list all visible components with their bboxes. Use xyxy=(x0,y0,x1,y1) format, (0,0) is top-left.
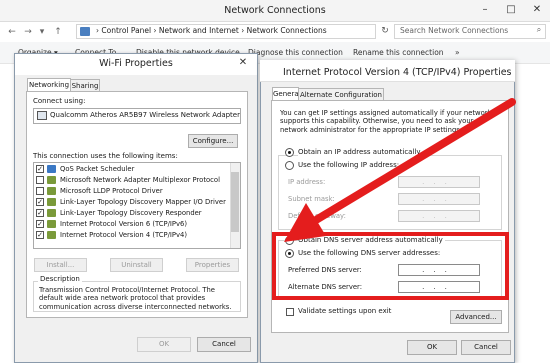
advanced-button[interactable]: Advanced... xyxy=(450,310,502,324)
default-gateway-label: Default gateway: xyxy=(288,212,346,220)
item-label: QoS Packet Scheduler xyxy=(60,165,135,173)
items-scrollbar-thumb[interactable] xyxy=(231,172,239,232)
ipv4-ok-button[interactable]: OK xyxy=(407,340,457,355)
ipv4-cancel-button[interactable]: Cancel xyxy=(461,340,511,355)
protocol-icon xyxy=(47,198,56,206)
item-label: Link-Layer Topology Discovery Responder xyxy=(60,209,202,217)
list-item[interactable]: Microsoft LLDP Protocol Driver xyxy=(36,186,230,196)
item-label: Internet Protocol Version 6 (TCP/IPv6) xyxy=(60,220,187,228)
item-label: Microsoft LLDP Protocol Driver xyxy=(60,187,163,195)
list-item[interactable]: Microsoft Network Adapter Multiplexor Pr… xyxy=(36,175,230,185)
protocol-icon xyxy=(47,165,56,173)
list-item[interactable]: ✓ Link-Layer Topology Discovery Responder xyxy=(36,208,230,218)
window-title: Network Connections xyxy=(224,5,326,16)
tab-general[interactable]: General xyxy=(272,87,301,101)
obtain-ip-radio[interactable]: Obtain an IP address automatically xyxy=(285,147,465,158)
wifi-dialog-title: Wi-Fi Properties xyxy=(99,58,173,69)
list-item[interactable]: ✓ Internet Protocol Version 6 (TCP/IPv6) xyxy=(36,219,230,229)
radio-selected-dot xyxy=(288,151,291,154)
item-checkbox[interactable] xyxy=(36,187,44,195)
item-checkbox[interactable]: ✓ xyxy=(36,231,44,239)
rename-button[interactable]: Rename this connection xyxy=(353,48,444,57)
items-label: This connection uses the following items… xyxy=(33,152,178,160)
ip-address-field[interactable]: ... xyxy=(398,176,480,188)
subnet-mask-label: Subnet mask: xyxy=(288,195,335,203)
item-checkbox[interactable] xyxy=(36,176,44,184)
close-button[interactable]: ✕ xyxy=(524,0,550,20)
ipv4-dialog-title: Internet Protocol Version 4 (TCP/IPv4) P… xyxy=(283,67,512,78)
configure-button[interactable]: Configure... xyxy=(188,134,238,148)
search-placeholder: Search Network Connections xyxy=(400,26,509,35)
item-label: Microsoft Network Adapter Multiplexor Pr… xyxy=(60,176,220,184)
maximize-button[interactable]: □ xyxy=(498,0,524,20)
forward-arrow-icon[interactable]: → xyxy=(22,26,34,38)
protocol-icon xyxy=(47,187,56,195)
install-button[interactable]: Install... xyxy=(34,258,87,272)
more-commands-button[interactable]: » xyxy=(455,48,460,57)
item-checkbox[interactable]: ✓ xyxy=(36,209,44,217)
recent-locations-dropdown[interactable]: ▾ xyxy=(36,26,48,38)
connect-using-label: Connect using: xyxy=(33,97,86,105)
protocol-icon xyxy=(47,231,56,239)
item-label: Internet Protocol Version 4 (TCP/IPv4) xyxy=(60,231,187,239)
dns-highlight-box xyxy=(272,232,509,300)
network-adapter-icon xyxy=(37,111,47,120)
wifi-close-button[interactable]: ✕ xyxy=(232,55,254,71)
validate-settings-label: Validate settings upon exit xyxy=(298,307,392,315)
item-checkbox[interactable]: ✓ xyxy=(36,165,44,173)
obtain-ip-label: Obtain an IP address automatically xyxy=(298,147,423,158)
radio-button-icon[interactable] xyxy=(285,148,294,157)
radio-button-icon[interactable] xyxy=(285,161,294,170)
tab-networking[interactable]: Networking xyxy=(27,78,71,92)
diagnose-button[interactable]: Diagnose this connection xyxy=(248,48,343,57)
wifi-cancel-button[interactable]: Cancel xyxy=(197,337,251,352)
description-label: Description xyxy=(38,275,82,283)
protocol-icon xyxy=(47,176,56,184)
wifi-ok-button[interactable]: OK xyxy=(137,337,191,352)
control-panel-icon xyxy=(80,27,90,36)
back-arrow-icon[interactable]: ← xyxy=(6,26,18,38)
search-icon[interactable]: ⌕ xyxy=(533,25,545,37)
properties-button[interactable]: Properties xyxy=(186,258,239,272)
use-ip-radio[interactable]: Use the following IP address: xyxy=(285,160,465,171)
list-item[interactable]: ✓ Link-Layer Topology Discovery Mapper I/… xyxy=(36,197,230,207)
breadcrumb[interactable]: › Control Panel › Network and Internet ›… xyxy=(96,26,327,35)
adapter-name: Qualcomm Atheros AR5B97 Wireless Network… xyxy=(50,111,240,119)
ip-settings-intro: You can get IP settings assigned automat… xyxy=(280,109,492,134)
minimize-button[interactable]: – xyxy=(472,0,498,20)
up-arrow-icon[interactable]: ↑ xyxy=(52,26,64,38)
uninstall-button[interactable]: Uninstall xyxy=(110,258,163,272)
list-item[interactable]: ✓ QoS Packet Scheduler xyxy=(36,164,230,174)
refresh-icon[interactable]: ↻ xyxy=(378,24,392,39)
item-checkbox[interactable]: ✓ xyxy=(36,198,44,206)
ip-address-label: IP address: xyxy=(288,178,326,186)
subnet-mask-field[interactable]: ... xyxy=(398,193,480,205)
validate-settings-checkbox[interactable] xyxy=(286,308,294,316)
protocol-icon xyxy=(47,209,56,217)
default-gateway-field[interactable]: ... xyxy=(398,210,480,222)
item-checkbox[interactable]: ✓ xyxy=(36,220,44,228)
use-ip-label: Use the following IP address: xyxy=(298,160,402,171)
list-item[interactable]: ✓ Internet Protocol Version 4 (TCP/IPv4) xyxy=(36,230,230,240)
item-label: Link-Layer Topology Discovery Mapper I/O… xyxy=(60,198,226,206)
description-text: Transmission Control Protocol/Internet P… xyxy=(39,286,232,311)
protocol-icon xyxy=(47,220,56,228)
